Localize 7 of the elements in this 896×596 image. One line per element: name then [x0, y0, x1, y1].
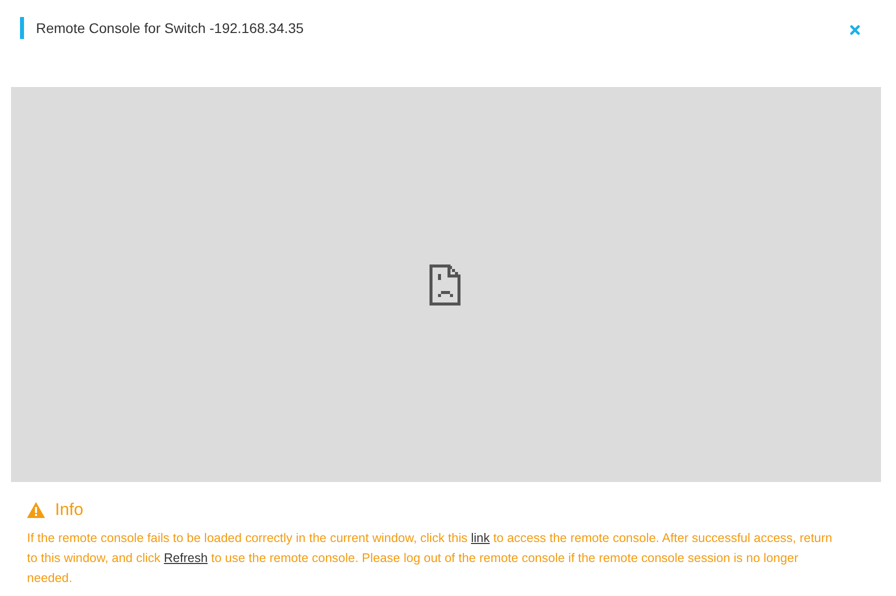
- sad-document-icon: [429, 264, 463, 306]
- message-link[interactable]: Refresh: [164, 551, 208, 565]
- warning-icon: [27, 502, 45, 518]
- message-link[interactable]: link: [470, 531, 490, 545]
- info-message: If the remote console fails to be loaded correctly in the current window, click this link to access the remote console. After successful access, return to this window, and click Refresh to use the remote console. Please log out of the remote console if the remote console session is no longer needed.: [27, 530, 833, 587]
- dialog-title: Remote Console for Switch -192.168.34.35: [20, 17, 304, 39]
- info-heading: Info: [55, 500, 84, 520]
